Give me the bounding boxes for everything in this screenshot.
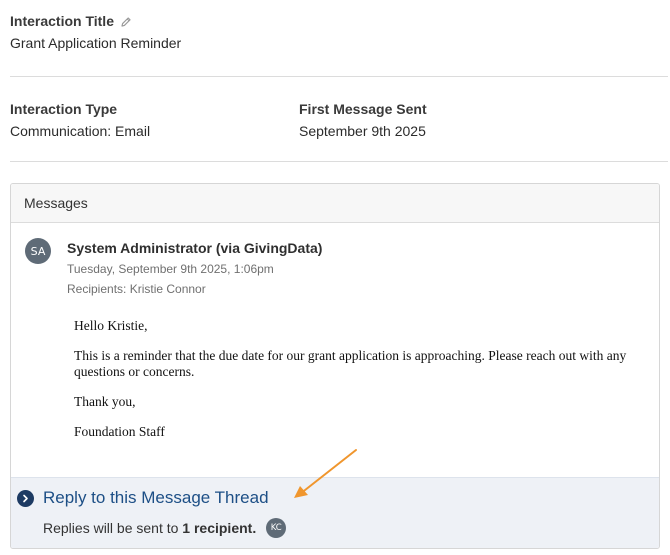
chevron-right-circle-icon <box>17 489 34 507</box>
annotation-arrow-icon <box>294 449 357 498</box>
interaction-type-block: Interaction Type Communication: Email <box>10 101 150 139</box>
interaction-type-value: Communication: Email <box>10 123 151 139</box>
message-body: Hello Kristie, This is a reminder that t… <box>74 318 644 454</box>
interaction-title-value: Grant Application Reminder <box>10 35 182 51</box>
reply-note: Replies will be sent to 1 recipient. KC <box>43 518 287 538</box>
messages-header: Messages <box>11 184 659 223</box>
message-timestamp: Tuesday, September 9th 2025, 1:06pm <box>67 262 274 276</box>
divider <box>10 76 668 77</box>
first-message-sent-value: September 9th 2025 <box>299 123 426 139</box>
reply-thread-link[interactable]: Reply to this Message Thread <box>17 488 269 508</box>
message-body-line: Foundation Staff <box>74 424 165 439</box>
message-body-line: Thank you, <box>74 394 136 409</box>
pencil-icon[interactable] <box>120 15 132 27</box>
message-recipients: Recipients: Kristie Connor <box>67 282 206 296</box>
divider <box>10 161 668 162</box>
first-message-sent-block: First Message Sent September 9th 2025 <box>299 101 427 139</box>
first-message-sent-label: First Message Sent <box>299 101 427 117</box>
message-body-line: This is a reminder that the due date for… <box>74 348 627 379</box>
avatar: SA <box>25 238 51 264</box>
reply-link-text[interactable]: Reply to this Message Thread <box>43 488 269 508</box>
reply-note-prefix: Replies will be sent to <box>43 520 179 536</box>
interaction-title-label: Interaction Title <box>10 13 114 29</box>
message-header: System Administrator (via GivingData) Tu… <box>67 240 627 296</box>
message-body-line: Hello Kristie, <box>74 318 148 333</box>
reply-note-count: 1 recipient. <box>182 520 257 536</box>
message-sender: System Administrator (via GivingData) <box>67 240 323 256</box>
interaction-type-label: Interaction Type <box>10 101 118 117</box>
recipient-avatar: KC <box>266 518 287 538</box>
interaction-title-block: Interaction Title Grant Application Remi… <box>10 13 181 51</box>
